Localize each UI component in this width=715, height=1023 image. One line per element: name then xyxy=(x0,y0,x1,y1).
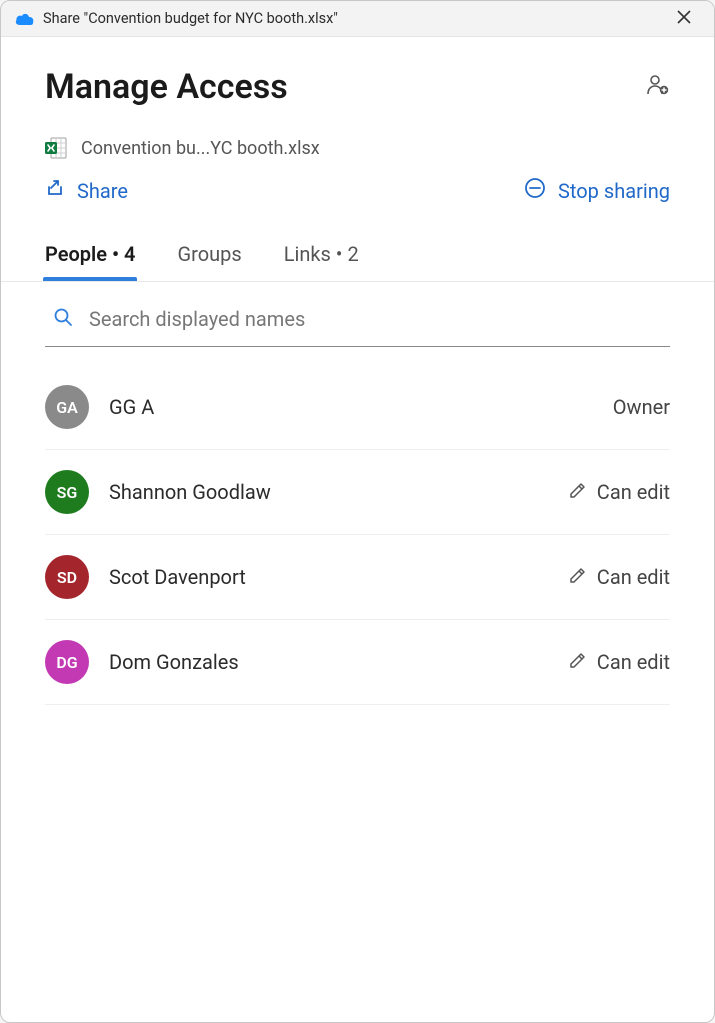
permission-text: Can edit xyxy=(597,650,670,674)
pencil-icon xyxy=(569,565,587,589)
permission-text: Owner xyxy=(613,395,670,419)
stop-sharing-button[interactable]: Stop sharing xyxy=(524,177,670,204)
share-icon xyxy=(45,178,65,203)
tab-people[interactable]: People • 4 xyxy=(45,242,135,280)
pencil-icon xyxy=(569,480,587,504)
person-name: Scot Davenport xyxy=(109,565,569,589)
permission-dropdown[interactable]: Can edit xyxy=(569,480,670,504)
person-row: SG Shannon Goodlaw Can edit xyxy=(45,450,670,535)
permission-label: Owner xyxy=(613,395,670,419)
tab-groups[interactable]: Groups xyxy=(177,242,241,280)
avatar: SD xyxy=(45,555,89,599)
close-button[interactable] xyxy=(664,9,704,28)
permission-dropdown[interactable]: Can edit xyxy=(569,650,670,674)
stop-sharing-label: Stop sharing xyxy=(558,179,670,203)
titlebar: Share "Convention budget for NYC booth.x… xyxy=(1,1,714,37)
person-row: DG Dom Gonzales Can edit xyxy=(45,620,670,705)
search-input[interactable] xyxy=(87,306,662,332)
tabs-divider xyxy=(1,281,714,282)
person-row: SD Scot Davenport Can edit xyxy=(45,535,670,620)
page-title: Manage Access xyxy=(45,67,288,107)
file-name: Convention bu...YC booth.xlsx xyxy=(81,138,320,159)
tab-links[interactable]: Links • 2 xyxy=(284,242,359,280)
permission-text: Can edit xyxy=(597,480,670,504)
onedrive-icon xyxy=(15,12,35,26)
window-title: Share "Convention budget for NYC booth.x… xyxy=(43,10,664,27)
stop-sharing-icon xyxy=(524,177,546,204)
tabs: People • 4 Groups Links • 2 xyxy=(45,242,670,281)
share-dialog: Share "Convention budget for NYC booth.x… xyxy=(0,0,715,1023)
file-row: Convention bu...YC booth.xlsx xyxy=(45,137,670,159)
people-list: GA GG AOwner SG Shannon Goodlaw Can edit SD Sc… xyxy=(45,365,670,705)
permission-text: Can edit xyxy=(597,565,670,589)
search-field[interactable] xyxy=(45,306,670,347)
permission-dropdown[interactable]: Can edit xyxy=(569,565,670,589)
search-icon xyxy=(53,307,73,331)
pencil-icon xyxy=(569,650,587,674)
person-name: Dom Gonzales xyxy=(109,650,569,674)
share-label: Share xyxy=(77,179,128,203)
person-name: GG A xyxy=(109,395,613,419)
dialog-content: Manage Access xyxy=(1,37,714,1022)
avatar: DG xyxy=(45,640,89,684)
person-row: GA GG AOwner xyxy=(45,365,670,450)
person-name: Shannon Goodlaw xyxy=(109,480,569,504)
share-button[interactable]: Share xyxy=(45,178,128,203)
grant-access-button[interactable] xyxy=(646,73,670,101)
avatar: SG xyxy=(45,470,89,514)
excel-icon xyxy=(45,137,67,159)
avatar: GA xyxy=(45,385,89,429)
